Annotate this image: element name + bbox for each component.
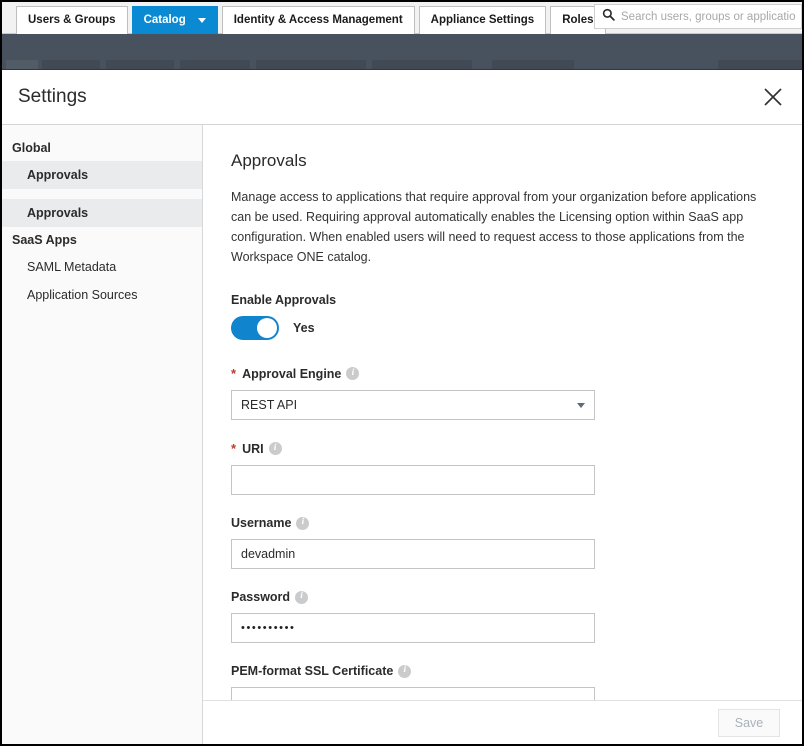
sidebar-group-saas-apps: SaaS Apps — [12, 233, 77, 247]
sidebar-item-approvals-global[interactable]: Approvals — [2, 161, 202, 189]
settings-footer: Save — [203, 700, 802, 744]
sidebar-divider — [2, 189, 202, 199]
toggle-knob — [257, 318, 277, 338]
sidebar-item-label: Approvals — [27, 206, 89, 220]
settings-body: Global Approvals Approvals SaaS Apps SAM… — [2, 125, 802, 744]
chevron-down-icon — [197, 18, 206, 23]
sidebar-item-label: Approvals — [27, 168, 89, 182]
password-label: Password i — [231, 590, 774, 604]
label-text: Approval Engine — [242, 366, 342, 381]
selected-option: REST API — [241, 398, 298, 412]
search-box[interactable]: Search users, groups or applicatio — [594, 4, 802, 29]
info-icon[interactable]: i — [295, 590, 309, 604]
field-password: Password i •••••••••• — [231, 590, 774, 643]
tab-label: Catalog — [143, 13, 186, 26]
password-input[interactable]: •••••••••• — [231, 613, 595, 643]
tab-identity-and-access-management[interactable]: Identity & Access Management — [221, 6, 415, 34]
label-text: URI — [242, 441, 264, 456]
close-icon[interactable] — [758, 82, 788, 112]
search-icon — [602, 8, 615, 26]
info-icon[interactable]: i — [398, 664, 412, 678]
sidebar-item-approvals[interactable]: Approvals — [2, 199, 202, 227]
save-button[interactable]: Save — [718, 708, 780, 737]
field-approval-engine: * Approval Engine i REST API — [231, 366, 774, 420]
page-title: Settings — [18, 86, 87, 107]
label-text: PEM-format SSL Certificate — [231, 664, 394, 678]
approval-engine-select[interactable]: REST API — [231, 390, 595, 420]
tab-appliance-settings[interactable]: Appliance Settings — [418, 6, 547, 34]
subnav-block — [492, 60, 574, 69]
subnav-block — [180, 60, 250, 69]
info-icon[interactable]: i — [268, 442, 282, 455]
label-text: Username — [231, 516, 292, 530]
subnav-block — [6, 60, 38, 69]
tab-label: Appliance Settings — [430, 13, 535, 26]
settings-panel-header: Settings — [2, 70, 802, 125]
enable-approvals-toggle[interactable] — [231, 316, 279, 340]
search-input[interactable]: Search users, groups or applicatio — [621, 11, 796, 23]
required-marker: * — [231, 366, 237, 381]
username-label: Username i — [231, 516, 774, 530]
subnav-block — [372, 60, 472, 69]
chevron-down-icon — [577, 402, 585, 408]
enable-approvals-row: Yes — [231, 316, 774, 340]
subnav-block — [42, 60, 100, 69]
label-text: Password — [231, 590, 291, 604]
uri-input[interactable] — [231, 465, 595, 495]
content-heading: Approvals — [231, 151, 307, 170]
approval-engine-label: * Approval Engine i — [231, 366, 774, 381]
label-text: Enable Approvals — [231, 293, 337, 307]
sidebar-item-label: Application Sources — [27, 288, 138, 302]
uri-label: * URI i — [231, 441, 774, 456]
sidebar-item-application-sources[interactable]: Application Sources — [2, 281, 202, 309]
secondary-nav-bar — [2, 34, 802, 70]
info-icon[interactable]: i — [296, 516, 310, 530]
sidebar-group-global: Global — [12, 141, 51, 155]
field-username: Username i devadmin — [231, 516, 774, 569]
info-icon[interactable]: i — [346, 367, 360, 380]
tab-label: Identity & Access Management — [233, 13, 403, 26]
username-input[interactable]: devadmin — [231, 539, 595, 569]
tab-label: Roles — [562, 13, 594, 26]
primary-tab-bar: Users & Groups Catalog Identity & Access… — [2, 2, 802, 34]
required-marker: * — [231, 441, 237, 456]
sidebar-item-label: SAML Metadata — [27, 260, 117, 274]
settings-sidebar: Global Approvals Approvals SaaS Apps SAM… — [2, 125, 203, 744]
tab-catalog[interactable]: Catalog — [131, 6, 218, 34]
enable-approvals-label: Enable Approvals — [231, 293, 774, 307]
subnav-block — [106, 60, 174, 69]
sidebar-item-saml-metadata[interactable]: SAML Metadata — [2, 253, 202, 281]
subnav-block — [718, 60, 802, 69]
tab-users-and-groups[interactable]: Users & Groups — [16, 6, 128, 34]
pem-ssl-certificate-label: PEM-format SSL Certificate i — [231, 664, 774, 678]
content-description: Manage access to applications that requi… — [231, 190, 757, 264]
app-window: Users & Groups Catalog Identity & Access… — [0, 0, 804, 746]
settings-content: Approvals Manage access to applications … — [203, 125, 802, 744]
tab-label: Users & Groups — [28, 13, 116, 26]
toggle-state-label: Yes — [293, 321, 315, 335]
field-uri: * URI i — [231, 441, 774, 495]
subnav-block — [256, 60, 366, 69]
